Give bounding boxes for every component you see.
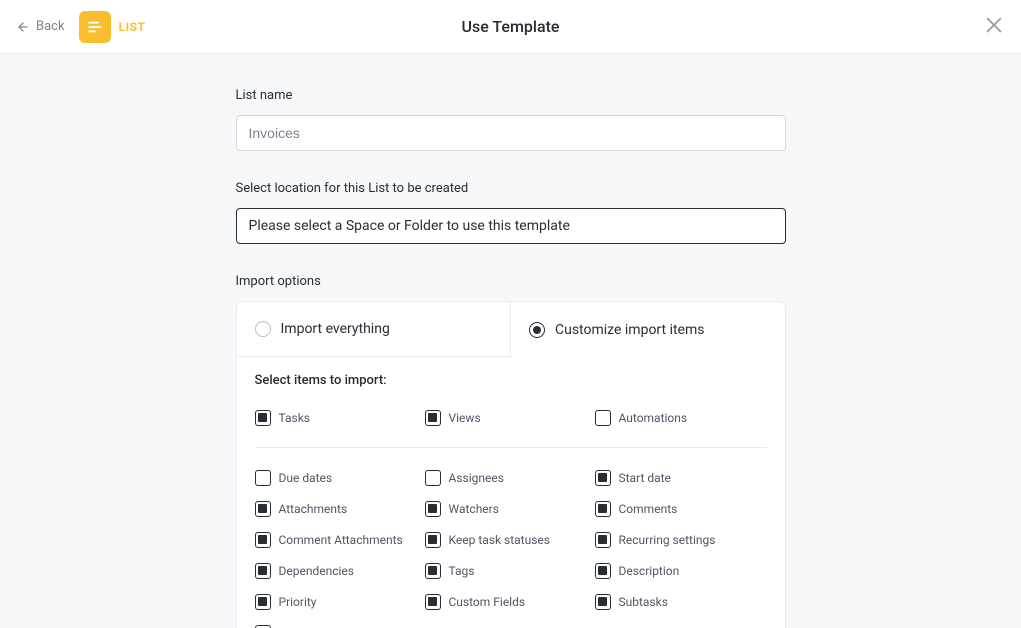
checkbox-item[interactable]: Tags — [425, 555, 595, 586]
list-name-input[interactable] — [236, 115, 786, 151]
checkbox-item[interactable]: Priority — [255, 586, 425, 617]
checkbox-label: Watchers — [449, 502, 499, 516]
checkbox-item[interactable]: Assignees — [425, 462, 595, 493]
checkbox-label: Priority — [279, 595, 317, 609]
checkbox-unchecked-icon — [595, 410, 611, 426]
location-select[interactable]: Please select a Space or Folder to use t… — [236, 208, 786, 244]
checkbox-checked-icon — [425, 563, 441, 579]
checkbox-checked-icon — [595, 501, 611, 517]
list-icon-badge — [79, 11, 111, 43]
checkbox-label: Views — [449, 411, 481, 425]
back-button[interactable]: Back — [16, 19, 65, 34]
radio-selected-icon — [529, 322, 545, 338]
checkbox-item[interactable]: Description — [595, 555, 765, 586]
checkbox-item[interactable]: Due dates — [255, 462, 425, 493]
checkbox-checked-icon — [255, 532, 271, 548]
checkbox-label: Custom Fields — [449, 595, 526, 609]
checkbox-item[interactable]: Keep task statuses — [425, 524, 595, 555]
checkbox-item[interactable]: Checklists — [255, 617, 425, 628]
checkbox-checked-icon — [425, 594, 441, 610]
location-placeholder: Please select a Space or Folder to use t… — [249, 218, 570, 234]
checkbox-checked-icon — [255, 625, 271, 628]
tab-import-everything[interactable]: Import everything — [237, 302, 512, 357]
checkbox-item[interactable]: Watchers — [425, 493, 595, 524]
checkbox-item[interactable]: Attachments — [255, 493, 425, 524]
checkbox-item[interactable]: Views — [425, 402, 595, 433]
import-items-section: Select items to import: Tasks Views Automa… — [237, 357, 785, 628]
tab-label: Import everything — [281, 321, 390, 337]
checkbox-checked-icon — [255, 410, 271, 426]
checkbox-label: Assignees — [449, 471, 504, 485]
checkbox-checked-icon — [595, 563, 611, 579]
list-type-indicator: LIST — [79, 11, 146, 43]
checkbox-checked-icon — [425, 501, 441, 517]
checkbox-checked-icon — [425, 532, 441, 548]
checkbox-label: Due dates — [279, 471, 333, 485]
checkbox-item[interactable]: Subtasks — [595, 586, 765, 617]
checkbox-unchecked-icon — [425, 470, 441, 486]
checkbox-item[interactable]: Dependencies — [255, 555, 425, 586]
list-icon — [86, 18, 104, 36]
checkbox-label: Dependencies — [279, 564, 354, 578]
checkbox-item[interactable]: Comment Attachments — [255, 524, 425, 555]
checkbox-label: Comment Attachments — [279, 533, 403, 547]
tab-customize-import[interactable]: Customize import items — [511, 302, 785, 357]
checkbox-checked-icon — [255, 594, 271, 610]
checkbox-label: Subtasks — [619, 595, 668, 609]
checkbox-item[interactable]: Comments — [595, 493, 765, 524]
checkbox-item[interactable]: Start date — [595, 462, 765, 493]
arrow-left-icon — [16, 20, 30, 34]
checkbox-checked-icon — [595, 532, 611, 548]
checkbox-item[interactable]: Recurring settings — [595, 524, 765, 555]
checkbox-unchecked-icon — [255, 470, 271, 486]
list-type-label: LIST — [119, 20, 146, 34]
modal-title: Use Template — [462, 17, 560, 36]
checkbox-checked-icon — [255, 563, 271, 579]
checkbox-label: Start date — [619, 471, 671, 485]
checkbox-label: Comments — [619, 502, 678, 516]
checkbox-label: Recurring settings — [619, 533, 716, 547]
checkbox-label: Attachments — [279, 502, 348, 516]
checkbox-checked-icon — [595, 470, 611, 486]
back-label: Back — [36, 19, 65, 34]
list-name-label: List name — [236, 88, 786, 103]
checkbox-checked-icon — [595, 594, 611, 610]
checkbox-label: Keep task statuses — [449, 533, 550, 547]
select-items-label: Select items to import: — [255, 373, 767, 388]
checkbox-label: Automations — [619, 411, 688, 425]
checkbox-item[interactable]: Automations — [595, 402, 765, 433]
close-icon — [983, 14, 1005, 36]
checkbox-label: Tasks — [279, 411, 311, 425]
modal-header: Back LIST Use Template — [0, 0, 1021, 54]
modal-body: List name Select location for this List … — [0, 54, 1021, 628]
checkbox-item[interactable]: Custom Fields — [425, 586, 595, 617]
close-button[interactable] — [983, 14, 1005, 40]
checkbox-checked-icon — [255, 501, 271, 517]
checkbox-label: Tags — [449, 564, 475, 578]
checkbox-label: Description — [619, 564, 680, 578]
import-options-panel: Import everything Customize import items… — [236, 301, 786, 628]
checkbox-item[interactable]: Tasks — [255, 402, 425, 433]
radio-unselected-icon — [255, 321, 271, 337]
checkbox-checked-icon — [425, 410, 441, 426]
location-label: Select location for this List to be crea… — [236, 181, 786, 196]
tab-label: Customize import items — [555, 322, 704, 338]
import-options-label: Import options — [236, 274, 786, 289]
